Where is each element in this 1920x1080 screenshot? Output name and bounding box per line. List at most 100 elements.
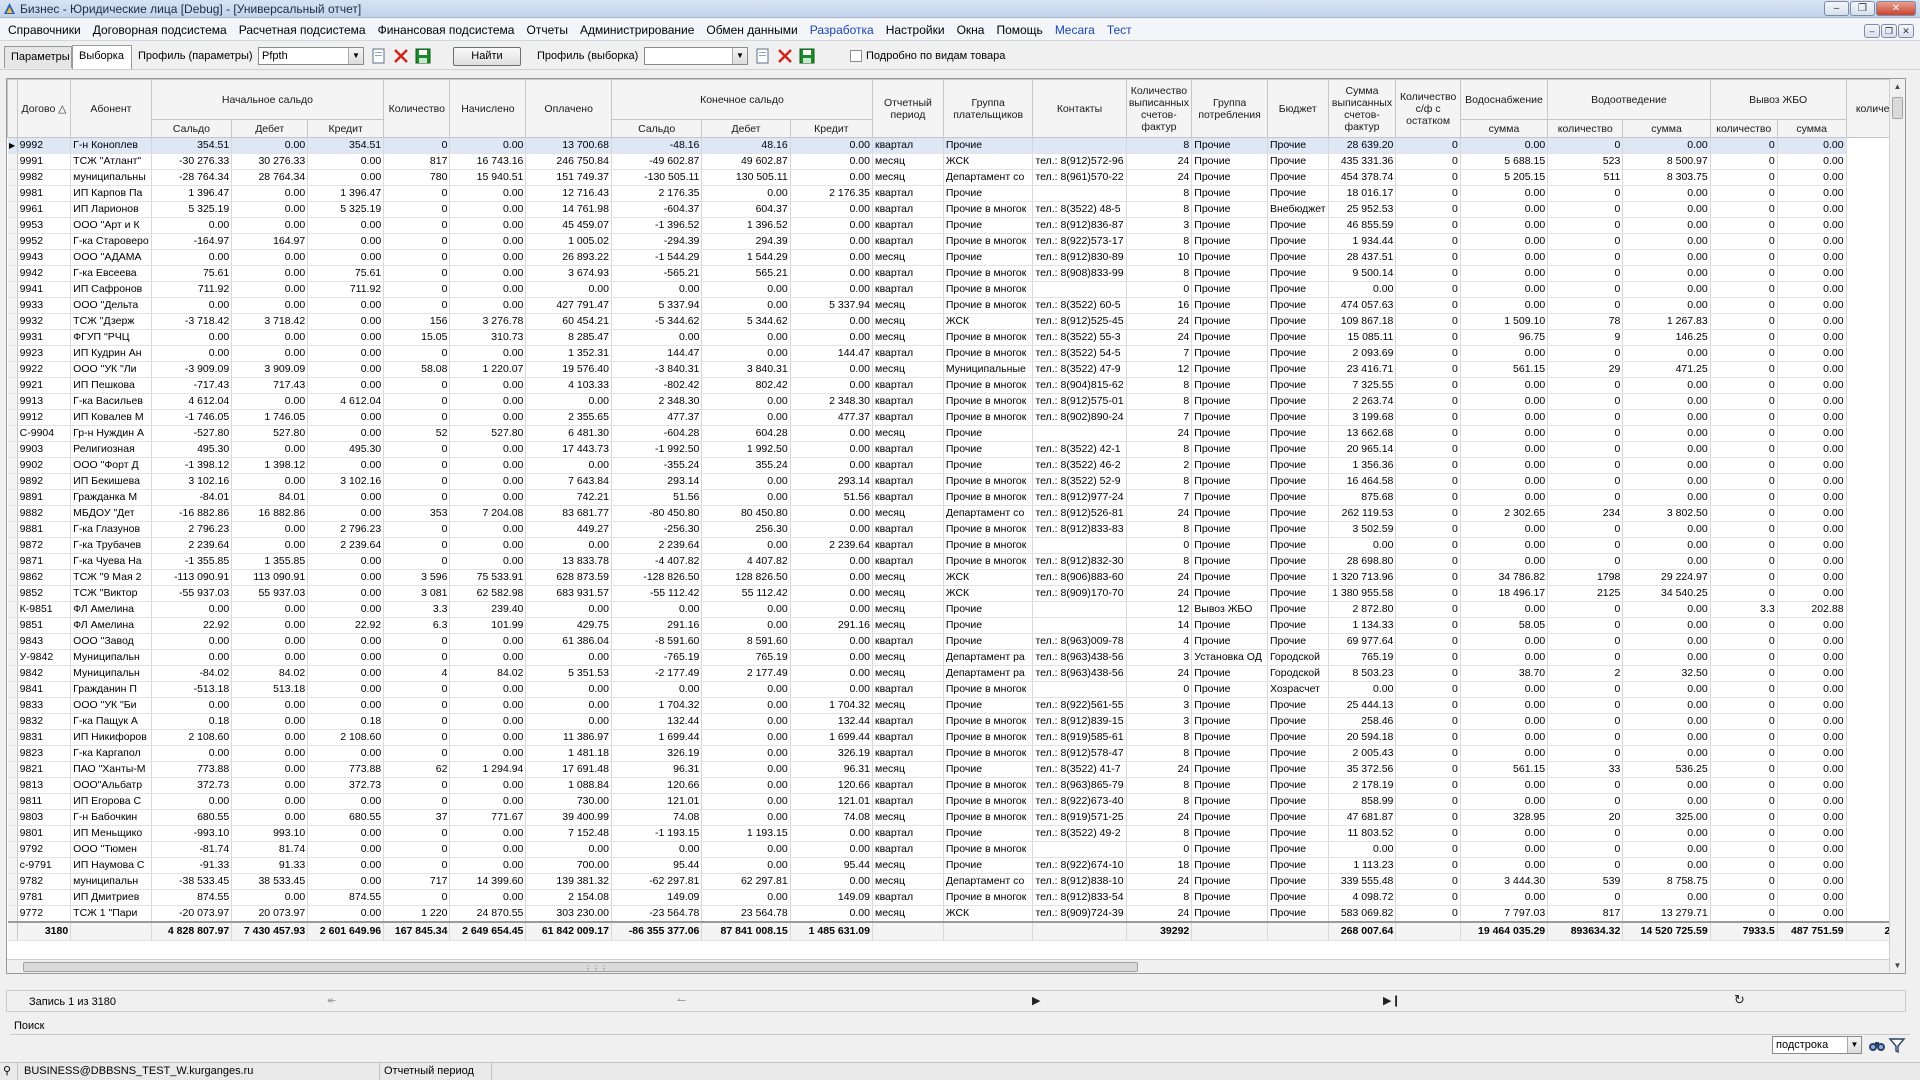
table-cell[interactable]: 0.00 bbox=[1777, 553, 1847, 570]
table-cell[interactable]: 0.00 bbox=[1460, 425, 1549, 442]
table-cell[interactable]: Прочие bbox=[1191, 857, 1268, 874]
table-cell[interactable]: Прочие в многок bbox=[943, 393, 1034, 410]
table-cell[interactable]: 0 bbox=[1395, 553, 1461, 570]
table-cell[interactable]: 24 bbox=[1126, 169, 1193, 186]
table-cell[interactable]: Прочие bbox=[1191, 313, 1268, 330]
table-cell[interactable]: 246 750.84 bbox=[525, 153, 612, 170]
table-cell[interactable]: 5 205.15 bbox=[1460, 169, 1549, 186]
table-cell[interactable]: 24 bbox=[1126, 905, 1193, 923]
table-cell[interactable]: Прочие bbox=[1191, 409, 1268, 426]
table-cell[interactable]: 0 bbox=[1547, 425, 1624, 442]
table-cell[interactable]: 0.00 bbox=[1622, 601, 1711, 618]
table-cell[interactable]: 0.00 bbox=[1777, 713, 1847, 730]
table-cell[interactable]: 7 643.84 bbox=[525, 473, 612, 490]
table-cell[interactable]: 0.00 bbox=[231, 329, 309, 346]
table-cell[interactable]: 0 bbox=[383, 841, 451, 858]
table-cell[interactable]: -84.02 bbox=[151, 665, 233, 682]
table-cell[interactable]: 0.00 bbox=[449, 889, 527, 906]
table-cell[interactable] bbox=[1395, 921, 1461, 941]
table-cell[interactable]: 9881 bbox=[17, 521, 72, 538]
table-cell[interactable]: тел.: 8(963)438-56 bbox=[1032, 665, 1127, 682]
table-cell[interactable]: -513.18 bbox=[151, 681, 233, 698]
table-cell[interactable]: 0 bbox=[1710, 153, 1778, 170]
table-cell[interactable]: 0.00 bbox=[701, 393, 791, 410]
table-cell[interactable]: 2 649 654.45 bbox=[449, 921, 527, 941]
table-cell[interactable]: Г-ка Евсеева bbox=[70, 265, 152, 282]
table-cell[interactable]: 1 220 bbox=[383, 905, 451, 923]
table-cell[interactable]: 875.68 bbox=[1328, 489, 1397, 506]
table-cell[interactable]: 0 bbox=[1547, 233, 1624, 250]
table-cell[interactable]: 0.00 bbox=[231, 297, 309, 314]
table-cell[interactable] bbox=[1032, 137, 1127, 154]
table-cell[interactable]: тел.: 8(963)438-56 bbox=[1032, 649, 1127, 666]
table-cell[interactable]: 0.00 bbox=[701, 185, 791, 202]
table-cell[interactable]: 0 bbox=[1710, 889, 1778, 906]
table-cell[interactable]: 0.00 bbox=[307, 233, 385, 250]
table-cell[interactable]: 3 276.78 bbox=[449, 313, 527, 330]
table-cell[interactable]: ООО "Арт и К bbox=[70, 217, 152, 234]
table-cell[interactable]: 0 bbox=[1547, 697, 1624, 714]
chevron-down-icon[interactable]: ▼ bbox=[732, 48, 747, 64]
table-cell[interactable]: тел.: 8(912)525-45 bbox=[1032, 313, 1127, 330]
table-cell[interactable]: 0.00 bbox=[701, 793, 791, 810]
table-cell[interactable]: 8 bbox=[1126, 553, 1193, 570]
table-cell[interactable]: 0.00 bbox=[1622, 617, 1711, 634]
table-cell[interactable]: Прочие bbox=[1267, 265, 1329, 282]
table-cell[interactable]: Прочие bbox=[1191, 377, 1268, 394]
table-cell[interactable]: 3.3 bbox=[383, 601, 451, 618]
table-cell[interactable]: Прочие bbox=[1267, 809, 1329, 826]
table-cell[interactable]: 0 bbox=[1710, 233, 1778, 250]
table-cell[interactable]: 0 bbox=[383, 489, 451, 506]
table-cell[interactable]: Прочие bbox=[943, 457, 1034, 474]
table-cell[interactable]: 8 758.75 bbox=[1622, 873, 1711, 890]
table-cell[interactable]: 0.00 bbox=[1777, 345, 1847, 362]
table-cell[interactable]: 22.92 bbox=[307, 617, 385, 634]
table-cell[interactable]: 0.00 bbox=[1460, 649, 1549, 666]
tab-parameters[interactable]: Параметры bbox=[4, 46, 72, 68]
table-cell[interactable]: 0.00 bbox=[790, 873, 873, 890]
table-cell[interactable]: 8 500.97 bbox=[1622, 153, 1711, 170]
table-cell[interactable]: 0.00 bbox=[1622, 233, 1711, 250]
table-cell[interactable]: 8 bbox=[1126, 233, 1193, 250]
table-cell[interactable]: 0 bbox=[1710, 425, 1778, 442]
table-cell[interactable]: 2 263.74 bbox=[1328, 393, 1397, 410]
table-cell[interactable]: ООО "УК "Би bbox=[70, 697, 152, 714]
table-cell[interactable]: Прочие bbox=[1191, 137, 1268, 154]
table-cell[interactable]: ИП Кудрин Ан bbox=[70, 345, 152, 362]
table-cell[interactable]: Прочие bbox=[1267, 633, 1329, 650]
table-cell[interactable]: 9832 bbox=[17, 713, 72, 730]
table-cell[interactable]: 0.00 bbox=[701, 729, 791, 746]
table-cell[interactable]: 84.02 bbox=[449, 665, 527, 682]
table-cell[interactable]: тел.: 8(922)573-17 bbox=[1032, 233, 1127, 250]
table-cell[interactable]: тел.: 8(3522) 60-5 bbox=[1032, 297, 1127, 314]
table-cell[interactable]: 0.00 bbox=[1460, 457, 1549, 474]
table-cell[interactable]: 0.00 bbox=[790, 585, 873, 602]
table-cell[interactable]: 0.00 bbox=[231, 521, 309, 538]
table-cell[interactable]: 717.43 bbox=[231, 377, 309, 394]
table-cell[interactable]: 355.24 bbox=[701, 457, 791, 474]
table-cell[interactable]: 87 841 008.15 bbox=[701, 921, 791, 941]
table-cell[interactable]: 0 bbox=[1710, 649, 1778, 666]
table-cell[interactable]: 9961 bbox=[17, 201, 72, 218]
table-cell[interactable]: 0.00 bbox=[307, 905, 385, 923]
col-header-water-supply-sum[interactable]: сумма bbox=[1459, 119, 1549, 138]
table-cell[interactable]: Прочие bbox=[1191, 457, 1268, 474]
table-cell[interactable]: 773.88 bbox=[307, 761, 385, 778]
table-cell[interactable]: 12 bbox=[1126, 601, 1193, 618]
table-cell[interactable]: 354.51 bbox=[151, 137, 233, 154]
table-cell[interactable]: 8 bbox=[1126, 377, 1193, 394]
table-cell[interactable]: ИП Сафронов bbox=[70, 281, 152, 298]
table-cell[interactable]: 0 bbox=[1710, 265, 1778, 282]
table-cell[interactable]: 0 bbox=[1395, 649, 1461, 666]
table-row[interactable]: 9942 Г-ка Евсеева 75.61 0.00 75.61 0 0.00 3 674… bbox=[7, 265, 1905, 282]
table-cell[interactable]: Прочие bbox=[1267, 889, 1329, 906]
table-cell[interactable]: 0.00 bbox=[307, 857, 385, 874]
table-cell[interactable]: 0 bbox=[1710, 569, 1778, 586]
table-cell[interactable]: тел.: 8(912)830-89 bbox=[1032, 249, 1127, 266]
table-cell[interactable]: 0.00 bbox=[1460, 825, 1549, 842]
table-cell[interactable]: 9831 bbox=[17, 729, 72, 746]
table-cell[interactable]: месяц bbox=[872, 425, 944, 442]
table-cell[interactable]: 0.00 bbox=[1622, 841, 1711, 858]
table-cell[interactable]: 2 796.23 bbox=[307, 521, 385, 538]
table-cell[interactable]: квартал bbox=[872, 793, 944, 810]
